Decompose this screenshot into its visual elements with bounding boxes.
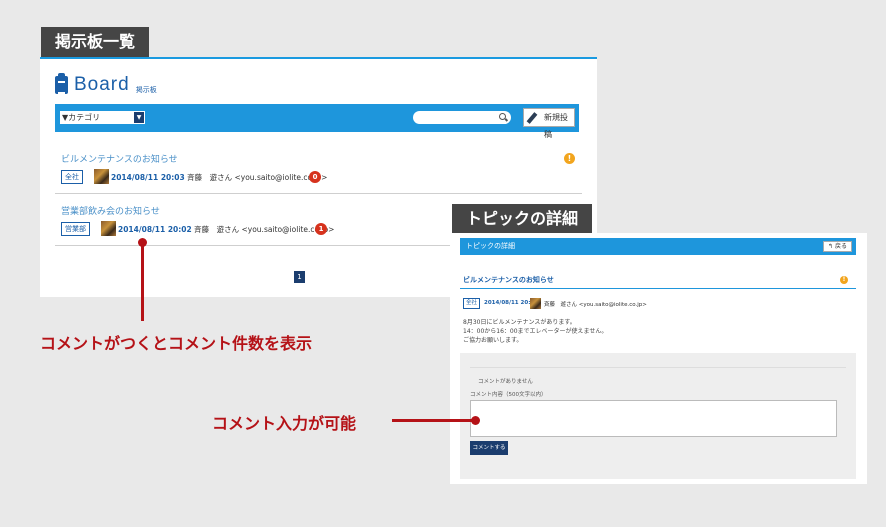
callout-line <box>392 419 476 422</box>
detail-header: トピックの詳細 ↰ 戻る <box>460 238 856 255</box>
detail-title: ビルメンテナンスのお知らせ <box>463 276 554 284</box>
topic-detail-label: トピックの詳細 <box>452 204 593 234</box>
alert-icon: ! <box>840 276 848 284</box>
category-select-label: ▼カテゴリ <box>62 113 101 122</box>
comment-field-label: コメント内容（500文字以内） <box>470 392 547 398</box>
detail-header-title: トピックの詳細 <box>466 242 515 250</box>
back-label: 戻る <box>834 243 847 250</box>
detail-body-line: 14：00から16：00までエレベーターが使えません。 <box>463 328 608 335</box>
board-header: Board 掲示板 <box>55 73 157 95</box>
comment-divider <box>470 367 846 368</box>
search-icon <box>499 113 506 120</box>
category-badge: 営業部 <box>61 222 90 236</box>
topic-datetime: 2014/08/11 20:02 <box>118 225 192 234</box>
topic-datetime: 2014/08/11 20:03 <box>111 173 185 182</box>
detail-author: 斉藤 遊さん <you.saito@iolite.co.jp> <box>544 302 647 308</box>
topic-author: 斉藤 遊さん <you.saito@iolite.co.jp> <box>187 173 328 182</box>
category-badge: 全社 <box>463 298 481 309</box>
comment-textarea[interactable] <box>470 400 837 437</box>
pencil-icon <box>526 112 538 124</box>
detail-body-line: ご協力お願いします。 <box>463 337 523 344</box>
chevron-down-icon: ▼ <box>134 112 144 123</box>
topic-title-link[interactable]: 営業部飲み会のお知らせ <box>61 204 160 217</box>
submit-comment-button[interactable]: コメントする <box>470 441 508 455</box>
topic-meta: 2014/08/11 20:03 斉藤 遊さん <you.saito@iolit… <box>111 172 327 183</box>
callout-comment-input: コメント入力が可能 <box>212 414 357 433</box>
comment-count-badge: 1 <box>315 223 327 235</box>
pagination-page[interactable]: 1 <box>294 271 305 283</box>
board-list-label: 掲示板一覧 <box>41 27 150 57</box>
no-comments-text: コメントがありません <box>478 379 533 385</box>
search-input[interactable] <box>413 111 511 124</box>
category-select[interactable]: ▼カテゴリ ▼ <box>60 111 145 124</box>
callout-line <box>141 245 144 321</box>
board-toolbar: ▼カテゴリ ▼ 新規投稿 <box>55 104 579 139</box>
back-arrow-icon: ↰ <box>828 243 834 250</box>
topic-title-link[interactable]: ビルメンテナンスのお知らせ <box>61 152 178 165</box>
avatar <box>530 298 541 309</box>
avatar <box>101 221 116 236</box>
comment-count-badge: 0 <box>309 171 321 183</box>
topic-meta: 2014/08/11 20:02 斉藤 遊さん <you.saito@iolit… <box>118 224 334 235</box>
clipboard-icon <box>55 73 68 94</box>
detail-body-line: 8月30日にビルメンテナンスがあります。 <box>463 319 576 326</box>
comment-section: コメントがありません コメント内容（500文字以内） コメントする <box>460 353 856 479</box>
category-badge: 全社 <box>61 170 83 184</box>
callout-dot <box>471 416 480 425</box>
new-post-button[interactable]: 新規投稿 <box>523 108 575 139</box>
callout-comment-count: コメントがつくとコメント件数を表示 <box>40 334 313 353</box>
alert-icon: ! <box>564 153 575 164</box>
detail-divider <box>460 288 856 289</box>
topic-row[interactable]: ビルメンテナンスのお知らせ ! 全社 2014/08/11 20:03 斉藤 遊… <box>55 146 582 194</box>
board-subtitle: 掲示板 <box>135 86 157 94</box>
avatar <box>94 169 109 184</box>
detail-panel: トピックの詳細 ↰ 戻る ビルメンテナンスのお知らせ ! 全社 2014/08/… <box>450 233 867 484</box>
topic-author: 斉藤 遊さん <you.saito@iolite.co.jp> <box>194 225 335 234</box>
new-post-label: 新規投稿 <box>544 113 568 139</box>
back-button[interactable]: ↰ 戻る <box>823 241 852 252</box>
board-title: Board <box>74 74 130 95</box>
